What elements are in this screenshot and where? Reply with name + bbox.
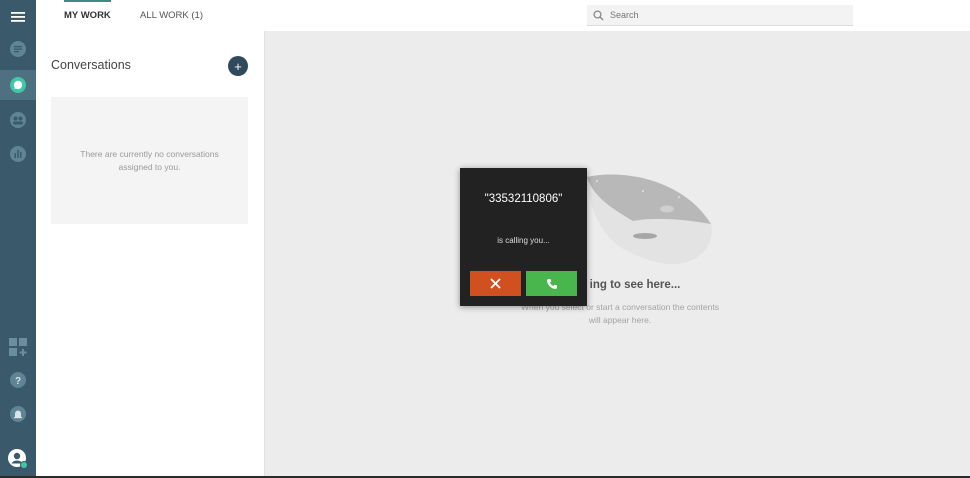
search-input[interactable] xyxy=(608,9,842,21)
conversations-title: Conversations xyxy=(51,58,131,72)
menu-icon[interactable] xyxy=(0,2,36,32)
search-bar[interactable] xyxy=(587,5,853,26)
help-icon[interactable]: ? xyxy=(0,365,36,395)
accept-call-button[interactable] xyxy=(526,271,577,296)
contacts-icon[interactable] xyxy=(0,105,36,135)
svg-text:?: ? xyxy=(15,376,21,387)
add-conversation-button[interactable]: + xyxy=(228,56,248,76)
phone-icon xyxy=(546,278,557,289)
tab-my-work[interactable]: MY WORK xyxy=(64,0,111,31)
left-rail: ? xyxy=(0,0,36,478)
notifications-icon[interactable] xyxy=(0,399,36,429)
empty-conversations-box: There are currently no conversations ass… xyxy=(51,97,248,224)
avatar[interactable] xyxy=(0,444,36,474)
reject-call-button[interactable] xyxy=(470,271,521,296)
plus-icon: + xyxy=(234,58,242,74)
calling-message: is calling you... xyxy=(497,236,550,245)
close-icon xyxy=(490,278,501,289)
caller-number: "33532110806" xyxy=(484,193,563,205)
messages-icon[interactable] xyxy=(0,34,36,64)
incoming-call-dialog: "33532110806" is calling you... xyxy=(460,168,587,306)
tab-all-work[interactable]: ALL WORK (1) xyxy=(140,0,203,31)
chat-icon[interactable] xyxy=(0,70,36,100)
search-icon xyxy=(593,9,604,21)
reports-icon[interactable] xyxy=(0,139,36,169)
empty-conversations-text: There are currently no conversations ass… xyxy=(80,148,219,172)
apps-icon[interactable] xyxy=(0,332,36,362)
empty-state-illustration xyxy=(587,174,712,265)
main-area: ing to see here... When you select or st… xyxy=(265,31,970,478)
top-bar: MY WORK ALL WORK (1) xyxy=(36,0,970,32)
conversations-panel: Conversations + There are currently no c… xyxy=(36,31,265,478)
